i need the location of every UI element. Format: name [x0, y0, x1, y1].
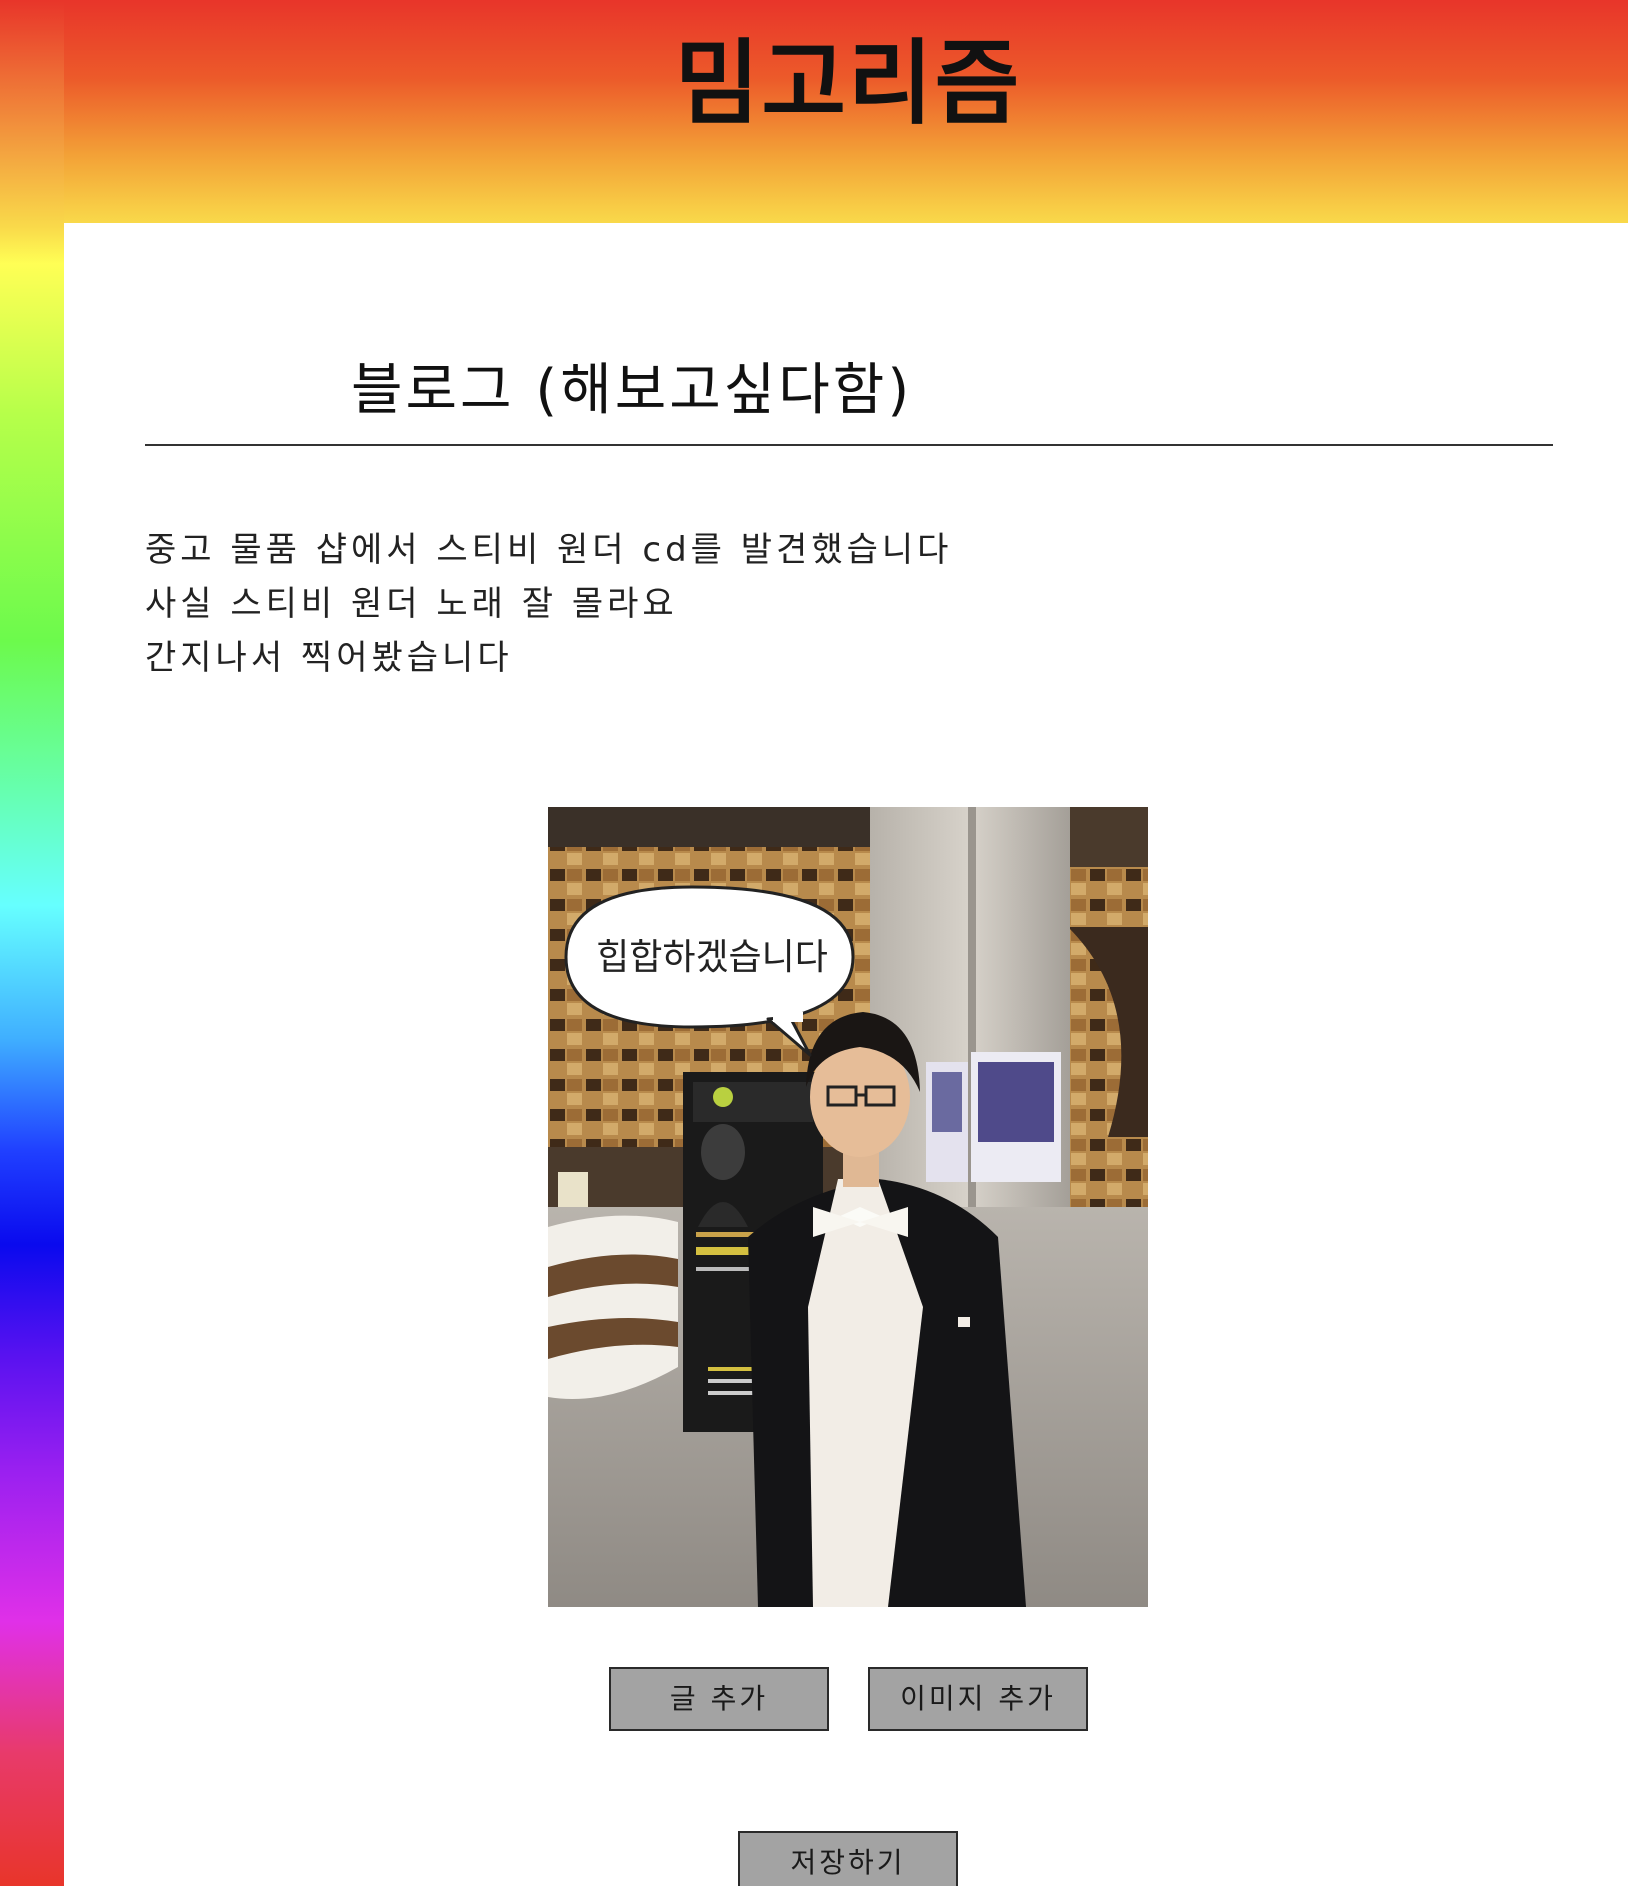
rainbow-sidebar-stripe [0, 0, 64, 1886]
post-body: 중고 물품 샵에서 스티비 원더 cd를 발견했습니다 사실 스티비 원더 노래… [145, 523, 952, 685]
page: 밈고리즘 블로그 (해보고싶다함) 중고 물품 샵에서 스티비 원더 cd를 발… [0, 0, 1628, 1886]
post-photo: 힙합하겠습니다 [548, 807, 1148, 1607]
post-content-area: 블로그 (해보고싶다함) 중고 물품 샵에서 스티비 원더 cd를 발견했습니다… [64, 223, 1628, 1886]
post-title: 블로그 (해보고싶다함) [351, 358, 913, 423]
speech-bubble-text: 힙합하겠습니다 [596, 937, 828, 978]
post-body-line-2: 사실 스티비 원더 노래 잘 몰라요 [145, 584, 678, 624]
add-text-button[interactable]: 글 추가 [609, 1667, 829, 1731]
post-body-line-1: 중고 물품 샵에서 스티비 원더 cd를 발견했습니다 [145, 530, 953, 570]
title-divider [145, 444, 1553, 446]
add-image-button[interactable]: 이미지 추가 [868, 1667, 1088, 1731]
save-button[interactable]: 저장하기 [738, 1831, 958, 1886]
site-header: 밈고리즘 [0, 0, 1628, 223]
site-logo[interactable]: 밈고리즘 [648, 28, 1048, 138]
post-photo-drawing: 힙합하겠습니다 [548, 807, 1148, 1607]
post-body-line-3: 간지나서 찍어봤습니다 [145, 638, 513, 678]
